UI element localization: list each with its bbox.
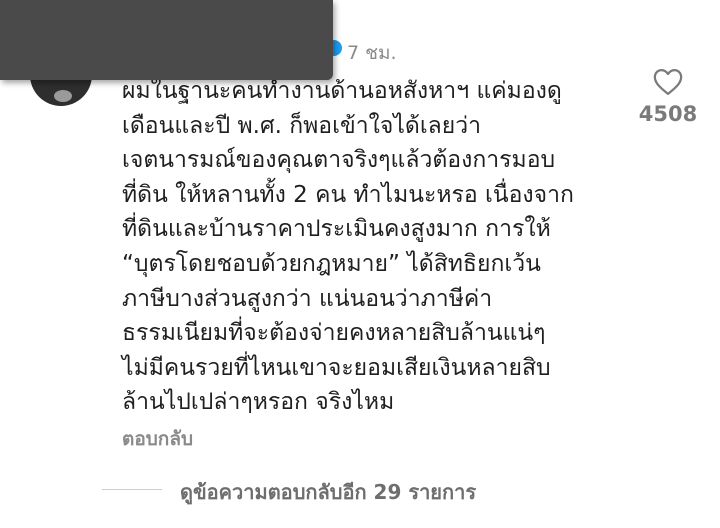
- overlay-occluder: [0, 0, 333, 80]
- like-count: 4508: [638, 102, 698, 126]
- comment-text: ผมในฐานะคนทำงานด้านอหสังหาฯ แค่มองดู เดื…: [122, 74, 632, 420]
- comment-line: ที่ดิน ให้หลานทั้ง 2 คน ทำไมนะหรอ เนื่อง…: [122, 181, 574, 208]
- comment-line: ธรรมเนียมที่จะต้องจ่ายคงหลายสิบล้านแน่ๆ: [122, 320, 546, 347]
- view-replies-button[interactable]: ดูข้อความตอบกลับอีก 29 รายการ: [180, 476, 476, 508]
- like-button[interactable]: [648, 62, 688, 102]
- comment-screen: 7 ชม. ผมในฐานะคนทำงานด้านอหสังหาฯ แค่มอง…: [0, 0, 720, 528]
- comment-line: ไม่มีคนรวยที่ไหนเขาจะยอมเสียเงินหลายสิบ: [122, 354, 551, 381]
- comment-line: ภาษีบางส่วนสูงกว่า แน่นอนว่าภาษีค่า: [122, 285, 493, 312]
- comment-line: “บุตรโดยชอบด้วยกฎหมาย” ได้สิทธิยกเว้น: [122, 250, 541, 277]
- comment-line: ล้านไปเปล่าๆหรอก จริงไหม: [122, 389, 395, 416]
- replies-divider: [102, 489, 162, 490]
- comment-line: เจตนารมณ์ของคุณตาจริงๆแล้วต้องการมอบ: [122, 147, 556, 174]
- heart-outline-icon: [653, 69, 683, 95]
- comment-line: ที่ดินและบ้านราคาประเมินคงสูงมาก การให้: [122, 216, 551, 243]
- avatar-image: [54, 90, 72, 102]
- comment-timestamp: 7 ชม.: [347, 42, 397, 64]
- reply-button[interactable]: ตอบกลับ: [122, 424, 193, 454]
- comment-line: เดือนและปี พ.ศ. ก็พอเข้าใจได้เลยว่า: [122, 112, 482, 139]
